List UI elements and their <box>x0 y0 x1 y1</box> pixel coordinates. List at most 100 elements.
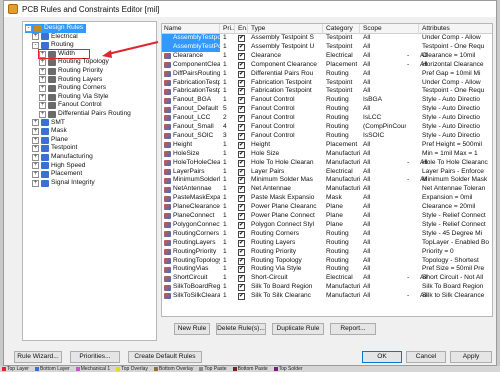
enabled-checkbox[interactable]: ✔ <box>238 61 245 69</box>
expand-toggle-icon[interactable]: + <box>32 170 39 178</box>
layer-tab[interactable]: Top Overlay <box>114 366 150 372</box>
tree-item[interactable]: + SMT <box>32 119 65 128</box>
tree-item[interactable]: - Routing <box>32 41 74 50</box>
enabled-cell[interactable]: ✔ <box>236 87 248 96</box>
enabled-checkbox[interactable]: ✔ <box>238 186 245 194</box>
enabled-cell[interactable]: ✔ <box>236 265 248 274</box>
enabled-cell[interactable]: ✔ <box>236 194 248 203</box>
enabled-cell[interactable]: ✔ <box>236 79 248 88</box>
table-row[interactable]: RoutingVias 1 ✔ Routing Via Style Routing All… <box>162 265 492 274</box>
tree-item[interactable]: + Manufacturing <box>32 153 93 162</box>
enabled-checkbox[interactable]: ✔ <box>238 248 245 256</box>
enabled-cell[interactable]: ✔ <box>236 150 248 159</box>
priorities-button[interactable]: Priorities... <box>70 351 120 363</box>
expand-toggle-icon[interactable]: + <box>32 162 39 170</box>
tree-item[interactable]: + Signal Integrity <box>32 179 95 188</box>
enabled-cell[interactable]: ✔ <box>236 176 248 185</box>
expand-toggle-icon[interactable]: + <box>32 127 39 135</box>
enabled-checkbox[interactable]: ✔ <box>238 106 245 114</box>
table-row[interactable]: NetAntennae 1 ✔ Net Antennae Manufacturi All N… <box>162 185 492 194</box>
table-row[interactable]: PolygonConnect 1 ✔ Polygon Connect Styl Plan… <box>162 221 492 230</box>
report-button[interactable]: Report... <box>330 323 376 335</box>
enabled-checkbox[interactable]: ✔ <box>238 141 245 149</box>
table-row[interactable]: ComponentCleara1 ✔ Component Clearance Plac… <box>162 61 492 70</box>
layer-tab[interactable]: Top Solder <box>272 366 305 372</box>
enabled-checkbox[interactable]: ✔ <box>238 177 245 185</box>
expand-toggle-icon[interactable]: + <box>39 59 46 67</box>
enabled-cell[interactable]: ✔ <box>236 159 248 168</box>
table-row[interactable]: FabricationTestpo 1 ✔ Fabrication Testpoint… <box>162 79 492 88</box>
layer-tab[interactable]: Bottom Overlay <box>152 366 195 372</box>
enabled-cell[interactable]: ✔ <box>236 292 248 301</box>
enabled-checkbox[interactable]: ✔ <box>238 230 245 238</box>
create-default-rules-button[interactable]: Create Default Rules <box>128 351 202 363</box>
enabled-cell[interactable]: ✔ <box>236 141 248 150</box>
table-row[interactable]: LayerPairs 1 ✔ Layer Pairs Electrical All Laye… <box>162 168 492 177</box>
table-row[interactable]: RoutingPriority 1 ✔ Routing Priority Routing… <box>162 248 492 257</box>
enabled-cell[interactable]: ✔ <box>236 114 248 123</box>
enabled-cell[interactable]: ✔ <box>236 61 248 70</box>
table-row[interactable]: Fanout_BGA 1 ✔ Fanout Control Routing IsBGA St… <box>162 96 492 105</box>
tree-item[interactable]: + Routing Corners <box>39 84 106 93</box>
layer-tab[interactable]: Bottom Layer <box>33 366 72 372</box>
enabled-checkbox[interactable]: ✔ <box>238 150 245 158</box>
enabled-cell[interactable]: ✔ <box>236 230 248 239</box>
layer-tab[interactable]: Top Layer <box>0 366 31 372</box>
table-row[interactable]: SilkToBoardRegior1 ✔ Silk To Board Region M… <box>162 283 492 292</box>
table-row[interactable]: AssemblyTestpoint1 ✔ Assembly Testpoint S T… <box>162 34 492 43</box>
column-header[interactable]: Pri... <box>221 24 235 34</box>
table-row[interactable]: AssemblyTestPoint1 ✔ Assembly Testpoint U T… <box>162 42 492 52</box>
enabled-checkbox[interactable]: ✔ <box>238 275 245 283</box>
expand-toggle-icon[interactable]: + <box>39 84 46 92</box>
expand-toggle-icon[interactable]: + <box>32 33 39 41</box>
enabled-cell[interactable]: ✔ <box>236 105 248 114</box>
column-header[interactable]: En... <box>236 24 248 34</box>
enabled-checkbox[interactable]: ✔ <box>238 195 245 203</box>
tree-item[interactable]: + High Speed <box>32 162 85 171</box>
enabled-checkbox[interactable]: ✔ <box>238 284 245 292</box>
enabled-checkbox[interactable]: ✔ <box>238 115 245 123</box>
enabled-cell[interactable]: ✔ <box>236 212 248 221</box>
expand-toggle-icon[interactable]: + <box>32 153 39 161</box>
enabled-checkbox[interactable]: ✔ <box>238 266 245 274</box>
expand-toggle-icon[interactable]: + <box>39 67 46 75</box>
expand-toggle-icon[interactable]: + <box>39 102 46 110</box>
duplicate-rule-button[interactable]: Duplicate Rule <box>272 323 324 335</box>
column-header[interactable]: Type <box>249 24 323 34</box>
expand-toggle-icon[interactable]: + <box>32 119 39 127</box>
table-row[interactable]: Fanout_SOIC 3 ✔ Fanout Control Routing IsSOIC… <box>162 132 492 141</box>
expand-toggle-icon[interactable]: + <box>39 93 46 101</box>
table-row[interactable]: FabricationTestpo 1 ✔ Fabrication Testpoint… <box>162 87 492 96</box>
expand-toggle-icon[interactable]: + <box>39 50 46 58</box>
delete-rules-button[interactable]: Delete Rule(s)... <box>216 323 266 335</box>
table-row[interactable]: ShortCircuit 1 ✔ Short-Circuit Electrical All… <box>162 274 492 283</box>
tree-item[interactable]: + Mask <box>32 127 67 136</box>
table-row[interactable]: Fanout_Default 5 ✔ Fanout Control Routing All… <box>162 105 492 114</box>
expand-toggle-icon[interactable]: + <box>32 136 39 144</box>
table-row[interactable]: PasteMaskExpansi1 ✔ Paste Mask Expansio Mas… <box>162 194 492 203</box>
enabled-checkbox[interactable]: ✔ <box>238 221 245 229</box>
table-row[interactable]: RoutingLayers 1 ✔ Routing Layers Routing All T… <box>162 239 492 248</box>
table-row[interactable]: SilkToSilkClearanc1 ✔ Silk To Silk Clearan… <box>162 292 492 301</box>
table-row[interactable]: HoleSize 1 ✔ Hole Size Manufacturi All Min = 1… <box>162 150 492 159</box>
enabled-cell[interactable]: ✔ <box>236 203 248 212</box>
table-row[interactable]: PlaneClearance 1 ✔ Power Plane Clearanc Plan… <box>162 203 492 212</box>
enabled-cell[interactable]: ✔ <box>236 248 248 257</box>
enabled-checkbox[interactable]: ✔ <box>238 35 245 42</box>
table-row[interactable]: HoleToHoleCleara1 ✔ Hole To Hole Clearan Ma… <box>162 159 492 168</box>
tree-item[interactable]: + Differential Pairs Routing <box>39 110 131 119</box>
enabled-checkbox[interactable]: ✔ <box>238 213 245 220</box>
layer-tab[interactable]: Bottom Paste <box>231 366 270 372</box>
cancel-button[interactable]: Cancel <box>406 351 446 363</box>
table-row[interactable]: RoutingCorners 1 ✔ Routing Corners Routing Al… <box>162 230 492 239</box>
enabled-checkbox[interactable]: ✔ <box>238 293 245 301</box>
enabled-checkbox[interactable]: ✔ <box>238 52 245 60</box>
tree-item[interactable]: + Fanout Control <box>39 101 102 110</box>
tree-item[interactable]: + Width <box>38 48 90 60</box>
enabled-cell[interactable]: ✔ <box>236 34 248 43</box>
enabled-cell[interactable]: ✔ <box>236 221 248 230</box>
expand-toggle-icon[interactable]: - <box>25 24 32 32</box>
table-row[interactable]: RoutingTopology 1 ✔ Routing Topology Routing… <box>162 257 492 266</box>
enabled-cell[interactable]: ✔ <box>236 185 248 194</box>
enabled-cell[interactable]: ✔ <box>236 96 248 105</box>
